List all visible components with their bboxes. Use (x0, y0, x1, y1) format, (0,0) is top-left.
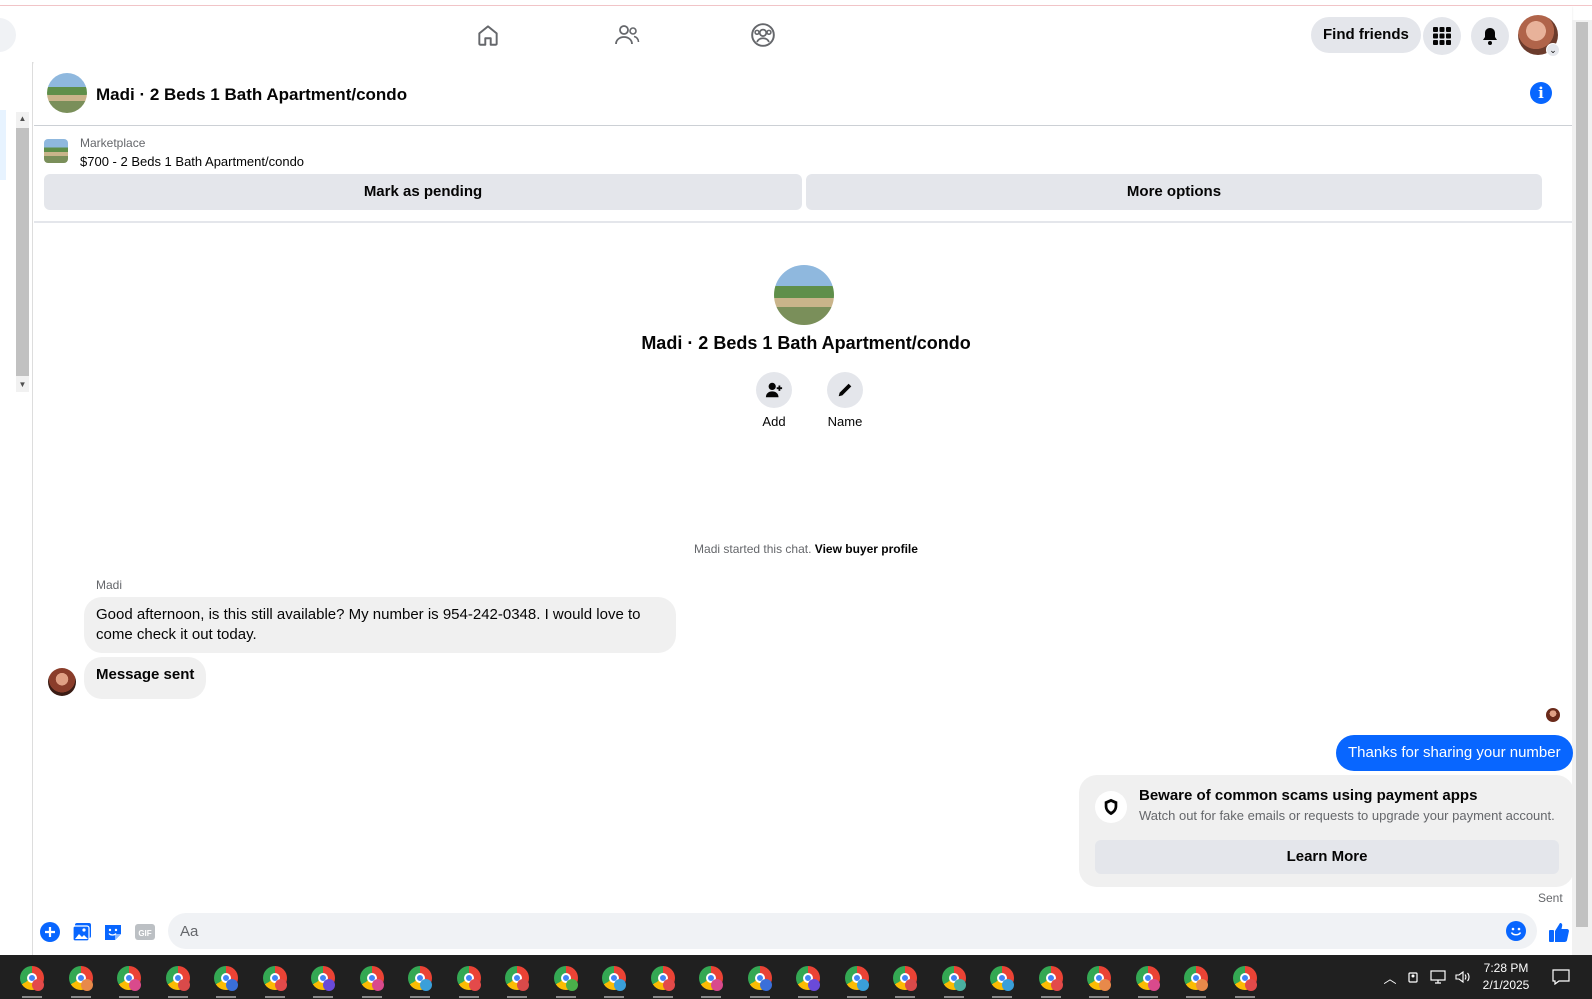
taskbar-chrome-profile-icon[interactable] (938, 962, 968, 998)
apps-menu-button[interactable] (1423, 17, 1461, 55)
taskbar-chrome-profile-icon[interactable] (356, 962, 386, 998)
taskbar-chrome-profile-icon[interactable] (259, 962, 289, 998)
taskbar-chrome-profile-icon[interactable] (1229, 962, 1259, 998)
plus-circle-icon[interactable] (39, 921, 61, 943)
taskbar-chrome-profile-icon[interactable] (841, 962, 871, 998)
pencil-icon (827, 372, 863, 408)
view-buyer-profile-link[interactable]: View buyer profile (815, 542, 918, 556)
chevron-down-icon: ⌄ (1546, 43, 1560, 57)
scroll-down-arrow-icon[interactable]: ▼ (16, 378, 29, 392)
notification-center-icon[interactable] (1546, 955, 1576, 999)
listing-price-title[interactable]: $700 - 2 Beds 1 Bath Apartment/condo (80, 154, 304, 169)
taskbar-chrome-profile-icon[interactable] (1132, 962, 1162, 998)
active-chat-indicator (0, 110, 6, 180)
learn-more-button[interactable]: Learn More (1095, 840, 1559, 874)
add-people-action[interactable]: Add (744, 372, 804, 429)
page-scrollbar[interactable] (1572, 20, 1592, 955)
add-person-icon (756, 372, 792, 408)
scam-warning-title: Beware of common scams using payment app… (1139, 787, 1478, 804)
taskbar-chrome-profile-icon[interactable] (744, 962, 774, 998)
taskbar-chrome-profile-icon[interactable] (598, 962, 628, 998)
home-icon[interactable] (473, 20, 503, 50)
listing-small-thumbnail[interactable] (44, 139, 68, 163)
seen-by-avatar (1546, 708, 1560, 722)
conversation-profile-photo (774, 265, 834, 325)
show-hidden-icons-chevron-icon[interactable]: ︿ (1380, 955, 1400, 999)
chat-started-text: Madi started this chat. (694, 542, 812, 556)
volume-icon[interactable] (1452, 955, 1474, 999)
taskbar-chrome-profile-icon[interactable] (1083, 962, 1113, 998)
thumbs-up-icon[interactable] (1547, 921, 1571, 943)
listing-source: Marketplace (80, 136, 146, 150)
clock-time: 7:28 PM (1483, 961, 1529, 975)
shield-icon (1095, 791, 1127, 823)
taskbar-chrome-profile-icon[interactable] (210, 962, 240, 998)
taskbar-chrome-profile-icon[interactable] (16, 962, 46, 998)
listing-thumbnail[interactable] (47, 73, 87, 113)
account-avatar[interactable]: ⌄ (1518, 15, 1560, 57)
network-icon[interactable] (1427, 955, 1449, 999)
taskbar-chrome-profile-icon[interactable] (550, 962, 580, 998)
message-composer[interactable] (168, 913, 1537, 949)
page-scrollbar-thumb[interactable] (1576, 22, 1588, 927)
marketplace-listing-bar: Marketplace $700 - 2 Beds 1 Bath Apartme… (34, 127, 1572, 223)
info-icon[interactable]: i (1530, 82, 1552, 104)
apps-grid-icon (1433, 27, 1451, 45)
edit-name-action[interactable]: Name (815, 372, 875, 429)
sticker-icon[interactable] (102, 921, 124, 943)
conversation-header: Madi · 2 Beds 1 Bath Apartment/condo i (34, 62, 1572, 126)
photo-gallery-icon[interactable] (71, 921, 93, 943)
gif-icon[interactable]: GIF (134, 921, 156, 943)
scam-warning-description: Watch out for fake emails or requests to… (1139, 808, 1555, 823)
outgoing-message[interactable]: Thanks for sharing your number (1336, 735, 1573, 771)
taskbar-chrome-profile-icon[interactable] (1035, 962, 1065, 998)
taskbar-chrome-profile-icon[interactable] (1180, 962, 1210, 998)
clock-date: 2/1/2025 (1482, 978, 1530, 992)
top-navigation-bar: Find friends ⌄ (0, 6, 1572, 62)
taskbar-chrome-profile-icon[interactable] (162, 962, 192, 998)
taskbar-chrome-profile-icon[interactable] (792, 962, 822, 998)
taskbar-chrome-profile-icon[interactable] (113, 962, 143, 998)
conversation-title[interactable]: Madi · 2 Beds 1 Bath Apartment/condo (96, 85, 407, 105)
taskbar-chrome-profile-icon[interactable] (647, 962, 677, 998)
notifications-bell-icon (1483, 28, 1497, 45)
taskbar-chrome-profile-icon[interactable] (404, 962, 434, 998)
search-field-stub[interactable] (0, 18, 16, 52)
left-chat-list-rail: ▲ ▼ (0, 62, 33, 955)
taskbar-chrome-profile-icon[interactable] (307, 962, 337, 998)
conversation-profile-title: Madi · 2 Beds 1 Bath Apartment/condo (641, 333, 971, 353)
taskbar-chrome-profile-icon[interactable] (65, 962, 95, 998)
mark-as-pending-button[interactable]: Mark as pending (44, 174, 802, 210)
notifications-button[interactable] (1471, 17, 1509, 55)
message-input[interactable] (180, 913, 1480, 949)
add-label: Add (762, 414, 786, 429)
sender-avatar[interactable] (48, 668, 76, 696)
incoming-message[interactable]: Message sent (84, 657, 207, 699)
scam-warning-card: Beware of common scams using payment app… (1079, 775, 1574, 887)
chat-started-notice: Madi started this chat. View buyer profi… (0, 542, 1592, 556)
taskbar-chrome-profile-icon[interactable] (453, 962, 483, 998)
friends-icon[interactable] (612, 20, 642, 50)
message-status: Sent (1538, 891, 1563, 905)
taskbar-chrome-profile-icon[interactable] (889, 962, 919, 998)
groups-icon[interactable] (748, 20, 778, 50)
taskbar-chrome-profile-icon[interactable] (986, 962, 1016, 998)
sender-name: Madi (96, 578, 123, 592)
find-friends-button[interactable]: Find friends (1311, 17, 1421, 53)
system-clock[interactable]: 7:28 PM 2/1/2025 (1476, 960, 1536, 994)
emoji-icon[interactable] (1505, 920, 1527, 942)
taskbar-chrome-profile-icon[interactable] (695, 962, 725, 998)
more-options-button[interactable]: More options (806, 174, 1542, 210)
meet-now-icon[interactable] (1404, 955, 1424, 999)
name-label: Name (827, 414, 863, 429)
scroll-up-arrow-icon[interactable]: ▲ (16, 112, 29, 126)
taskbar-chrome-profile-icon[interactable] (501, 962, 531, 998)
os-taskbar: ︿ 7:28 PM 2/1/2025 (0, 955, 1592, 999)
svg-text:GIF: GIF (138, 929, 151, 938)
incoming-message[interactable]: Good afternoon, is this still available?… (84, 597, 676, 653)
